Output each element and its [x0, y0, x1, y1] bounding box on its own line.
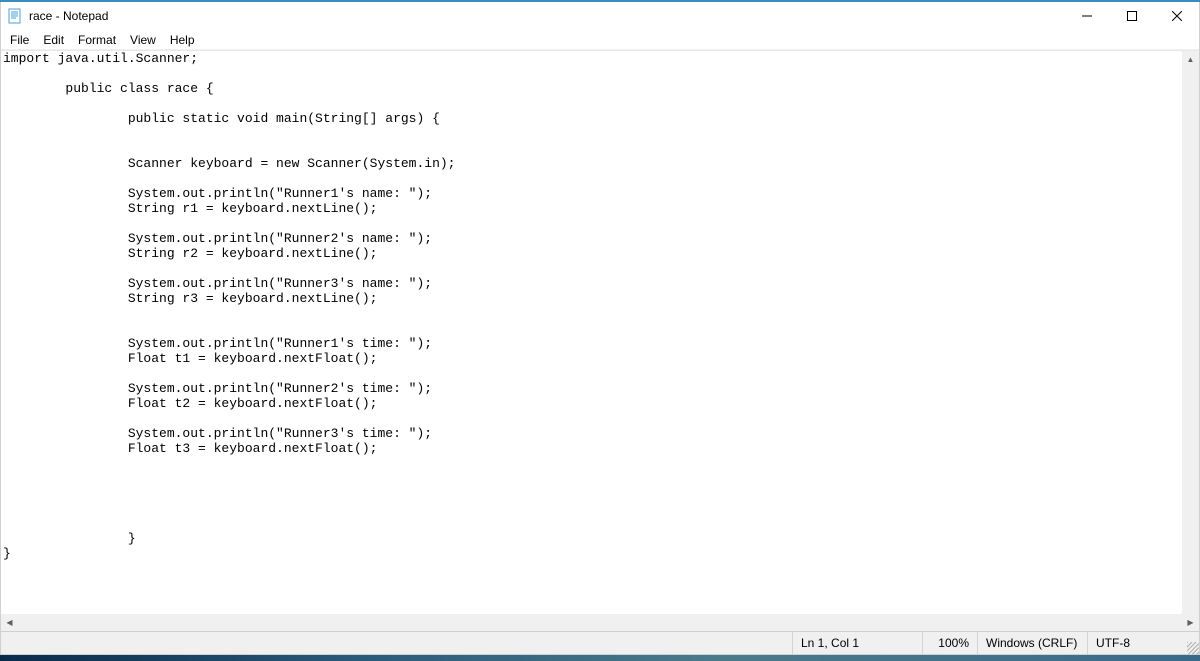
- statusbar: Ln 1, Col 1 100% Windows (CRLF) UTF-8: [1, 631, 1199, 654]
- menu-file[interactable]: File: [3, 31, 36, 49]
- menu-view[interactable]: View: [123, 31, 163, 49]
- menubar: File Edit Format View Help: [1, 30, 1199, 50]
- window-controls: [1064, 2, 1199, 30]
- status-encoding: UTF-8: [1087, 632, 1182, 654]
- desktop-taskbar-strip: [0, 655, 1200, 661]
- scroll-up-arrow-icon[interactable]: ▲: [1182, 51, 1199, 68]
- window-title: race - Notepad: [29, 9, 1064, 23]
- editor-area: import java.util.Scanner; public class r…: [1, 50, 1199, 631]
- status-position: Ln 1, Col 1: [792, 632, 922, 654]
- maximize-button[interactable]: [1109, 2, 1154, 30]
- scroll-h-track[interactable]: [18, 614, 1182, 631]
- horizontal-scrollbar[interactable]: ◀ ▶: [1, 614, 1199, 631]
- titlebar[interactable]: race - Notepad: [1, 2, 1199, 30]
- status-line-ending: Windows (CRLF): [977, 632, 1087, 654]
- resize-grip-icon[interactable]: [1182, 632, 1199, 654]
- minimize-button[interactable]: [1064, 2, 1109, 30]
- text-editor[interactable]: import java.util.Scanner; public class r…: [1, 51, 1199, 614]
- notepad-window: race - Notepad File Edit Format View Hel…: [0, 2, 1200, 655]
- vertical-scrollbar[interactable]: ▲: [1182, 51, 1199, 614]
- scroll-left-arrow-icon[interactable]: ◀: [1, 614, 18, 631]
- menu-format[interactable]: Format: [71, 31, 123, 49]
- menu-help[interactable]: Help: [163, 31, 202, 49]
- close-button[interactable]: [1154, 2, 1199, 30]
- status-zoom: 100%: [922, 632, 977, 654]
- menu-edit[interactable]: Edit: [36, 31, 71, 49]
- scroll-right-arrow-icon[interactable]: ▶: [1182, 614, 1199, 631]
- notepad-icon: [7, 8, 23, 24]
